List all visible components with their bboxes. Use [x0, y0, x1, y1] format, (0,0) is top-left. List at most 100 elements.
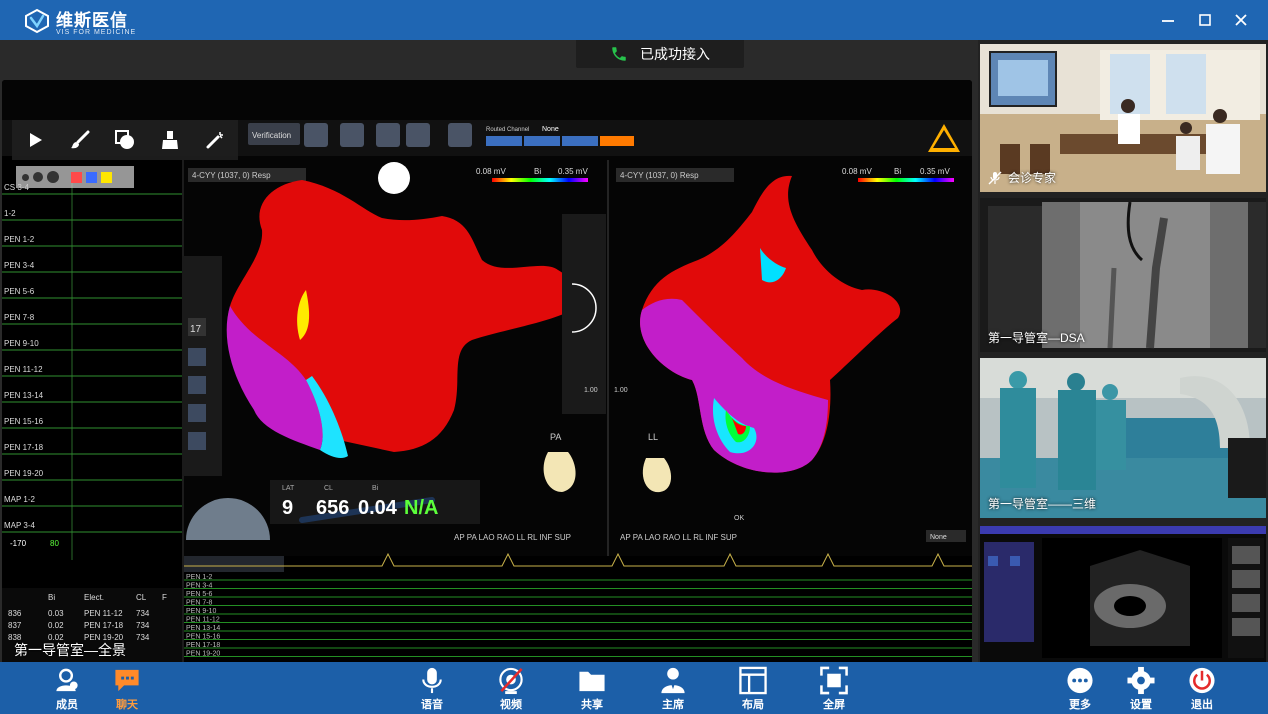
- main-video-label: 第一导管室—全景: [14, 642, 126, 658]
- fullscreen-icon: [820, 666, 848, 695]
- members-icon: [56, 668, 78, 692]
- more-label: 更多: [1069, 699, 1091, 711]
- table-cell: 734: [136, 621, 150, 630]
- bottom-views-left: AP PA LAO RAO LL RL INF SUP: [454, 533, 571, 542]
- bi-value: 0.04: [358, 497, 398, 519]
- channel-label: PEN 1-2: [4, 235, 35, 244]
- members-button[interactable]: 成员: [39, 666, 95, 712]
- host-label: 主席: [662, 699, 684, 711]
- wand-icon: [206, 132, 224, 149]
- channel-label: PEN 17-18: [4, 443, 44, 452]
- cl-value: 656: [316, 497, 349, 519]
- close-button[interactable]: [1232, 11, 1250, 29]
- ultrasound-video: [980, 526, 1266, 662]
- channel-label: PEN 13-14: [4, 391, 44, 400]
- exit-label: 退出: [1191, 699, 1213, 711]
- channel-label: 1-2: [4, 209, 16, 218]
- share-button[interactable]: 共享: [564, 666, 620, 712]
- channel-label: MAP 1-2: [4, 495, 36, 504]
- channel-label: PEN 3-4: [4, 261, 35, 270]
- more-button[interactable]: 更多: [1052, 666, 1108, 712]
- gear-icon: [1127, 666, 1155, 695]
- table-cell: PEN 17-18: [84, 621, 124, 630]
- bottom-views-right: AP PA LAO RAO LL RL INF SUP: [620, 533, 737, 542]
- eraser-icon: [162, 131, 179, 149]
- channel-label: PEN 15-16: [4, 417, 44, 426]
- shape-tool[interactable]: [112, 127, 138, 153]
- color-red-swatch[interactable]: [71, 171, 82, 183]
- size-large-dot[interactable]: [47, 171, 59, 183]
- voice-label: 语音: [421, 699, 443, 711]
- table-h-f: F: [162, 593, 167, 602]
- table-cell: 0.03: [48, 609, 64, 618]
- participant-tile-expert[interactable]: 会诊专家: [980, 44, 1266, 192]
- brush-tool[interactable]: [67, 127, 93, 153]
- chat-icon: [115, 669, 139, 692]
- mv-high-label-left: 0.35 mV: [558, 167, 588, 176]
- main-video-feed[interactable]: Verification Routed Channel None CS 3-41…: [2, 80, 972, 666]
- table-cell: 837: [8, 621, 22, 630]
- size-small-dot[interactable]: [22, 173, 29, 181]
- fullscreen-button[interactable]: 全屏: [806, 666, 862, 712]
- na-value: N/A: [404, 497, 438, 519]
- layout-label: 布局: [742, 699, 764, 711]
- scale-label-2: 1.00: [614, 387, 628, 394]
- layout-button[interactable]: 布局: [725, 666, 781, 712]
- table-h-bi: Bi: [48, 593, 55, 602]
- ecg-channel-label: PEN 17-18: [186, 642, 220, 649]
- ecg-channel-label: PEN 11-12: [186, 617, 220, 624]
- voice-button[interactable]: 语音: [404, 666, 460, 712]
- ecg-channel-label: PEN 1-2: [186, 574, 213, 581]
- participant-tile-dsa[interactable]: 第一导管室—DSA: [980, 198, 1266, 352]
- size-medium-dot[interactable]: [33, 172, 43, 182]
- ep-mapping-screen: Verification Routed Channel None CS 3-41…: [2, 80, 972, 666]
- connection-status-text: 已成功接入: [640, 46, 710, 62]
- bi-header: Bi: [372, 485, 379, 492]
- channel-label: PEN 5-6: [4, 287, 35, 296]
- ecg-channel-label: PEN 15-16: [186, 634, 220, 641]
- close-icon: [1235, 14, 1247, 26]
- video-button[interactable]: 视频: [483, 666, 539, 712]
- ecg-channel-label: PEN 5-6: [186, 591, 213, 598]
- laser-tool[interactable]: [202, 127, 228, 153]
- host-button[interactable]: 主席: [645, 666, 701, 712]
- pointer-tool[interactable]: [22, 127, 48, 153]
- mv-low-label-right: 0.08 mV: [842, 167, 872, 176]
- ecg-channel-label: PEN 19-20: [186, 651, 220, 658]
- mv-bi-label-left: Bi: [534, 167, 541, 176]
- participant-list: 会诊专家 第一导管室—DSA 第一导管室——三维: [978, 40, 1268, 662]
- maximize-icon: [1199, 14, 1211, 26]
- more-icon: [1067, 667, 1093, 694]
- eraser-tool[interactable]: [157, 127, 183, 153]
- chat-label: 聊天: [116, 699, 138, 711]
- shape-icon: [114, 130, 134, 149]
- participant-tile-ultrasound[interactable]: [980, 526, 1266, 662]
- participant-tile-3d[interactable]: 第一导管室——三维: [980, 358, 1266, 518]
- maximize-button[interactable]: [1196, 11, 1214, 29]
- routed-channel-label: Routed Channel: [486, 127, 529, 133]
- participant-label-dsa: 第一导管室—DSA: [988, 329, 1085, 346]
- table-h-cl: CL: [136, 593, 147, 602]
- settings-button[interactable]: 设置: [1113, 666, 1169, 712]
- members-label: 成员: [56, 699, 78, 711]
- title-bar: 维斯医信 VIS FOR MEDICINE: [0, 0, 1268, 40]
- routed-none-label: None: [542, 126, 559, 133]
- logo-icon: [25, 8, 49, 34]
- chat-button[interactable]: 聊天: [99, 666, 155, 712]
- ecg-channel-label: PEN 9-10: [186, 608, 216, 615]
- channel-label: PEN 19-20: [4, 469, 44, 478]
- minimize-button[interactable]: [1159, 11, 1177, 29]
- panel-right-header: 4-CYY (1037, 0) Resp: [620, 171, 699, 180]
- channel-label: PEN 11-12: [4, 365, 43, 374]
- color-blue-swatch[interactable]: [86, 171, 97, 183]
- minimize-icon: [1162, 20, 1174, 22]
- ecg-channel-label: PEN 13-14: [186, 625, 220, 632]
- participant-name-expert: 会诊专家: [1008, 171, 1057, 185]
- color-yellow-swatch[interactable]: [101, 171, 112, 183]
- exit-button[interactable]: 退出: [1174, 666, 1230, 712]
- brand-name: 维斯医信: [56, 11, 128, 30]
- table-cell: 836: [8, 609, 22, 618]
- participant-name-dsa: 第一导管室—DSA: [988, 331, 1085, 345]
- mic-muted-icon: [988, 171, 1002, 184]
- annotation-color-row: [16, 166, 134, 188]
